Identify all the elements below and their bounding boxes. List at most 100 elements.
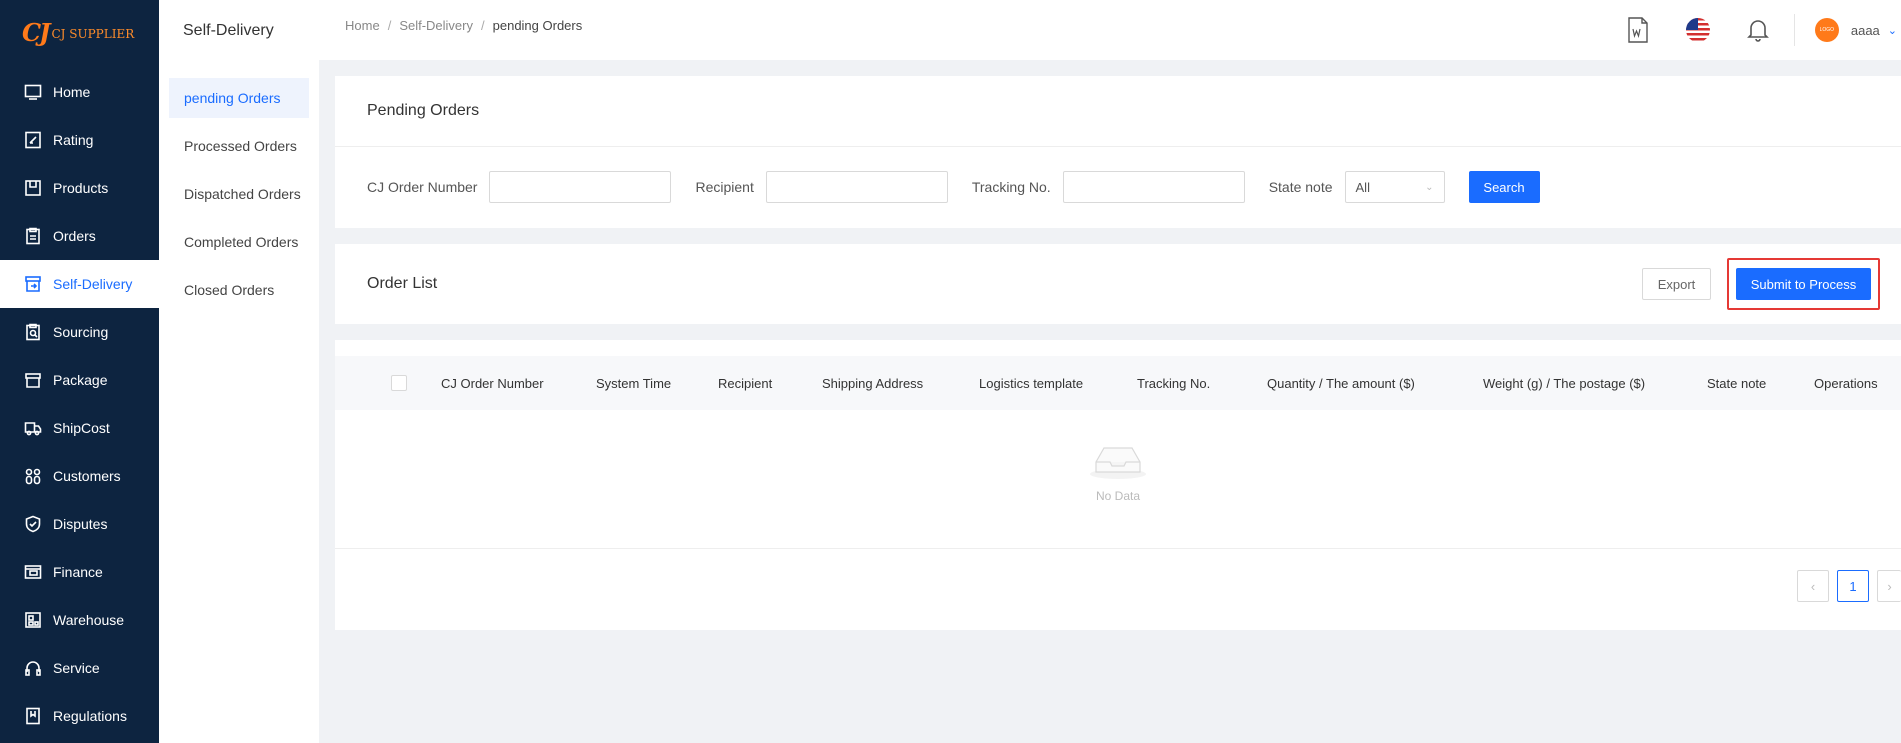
column-header: Shipping Address [822, 375, 924, 391]
nav-item-package[interactable]: Package [0, 356, 159, 404]
subnav-item-processed[interactable]: Processed Orders [169, 126, 309, 166]
card-divider [335, 146, 1901, 147]
nav-item-shipcost[interactable]: ShipCost [0, 404, 159, 452]
column-header: CJ Order Number [441, 375, 544, 391]
nav-label: Rating [53, 132, 94, 148]
subnav-item-completed[interactable]: Completed Orders [169, 222, 309, 262]
table-footer-divider [335, 548, 1901, 549]
subnav-title: Self-Delivery [183, 22, 274, 39]
search-button[interactable]: Search [1468, 171, 1540, 203]
nav-label: Warehouse [53, 612, 125, 628]
nav-item-customers[interactable]: Customers [0, 452, 159, 500]
filter-row: CJ Order Number Recipient Tracking No. S… [367, 171, 1540, 203]
nav-item-rating[interactable]: Rating [0, 116, 159, 164]
chevron-down-icon: ⌄ [1425, 181, 1434, 193]
nav-label: Service [53, 660, 100, 676]
column-header: State note [1707, 375, 1767, 391]
column-header: Weight (g) / The postage ($) [1483, 375, 1646, 391]
empty-text: No Data [1095, 489, 1141, 503]
us-flag-icon[interactable] [1684, 16, 1712, 44]
sourcing-icon [22, 321, 44, 343]
column-header: Tracking No. [1137, 375, 1211, 391]
monitor-icon [22, 81, 44, 103]
nav-label: Finance [53, 564, 103, 580]
sub-sidebar: Self-Delivery pending Orders Processed O… [159, 0, 319, 743]
nav-item-disputes[interactable]: Disputes [0, 500, 159, 548]
breadcrumb: Home / Self-Delivery / pending Orders [345, 18, 582, 33]
state-note-label: State note [1268, 179, 1333, 195]
order-number-input[interactable] [489, 171, 672, 203]
subnav-item-dispatched[interactable]: Dispatched Orders [169, 174, 309, 214]
empty-state: No Data [335, 438, 1901, 503]
orders-icon [22, 225, 44, 247]
empty-inbox-icon [1086, 447, 1150, 483]
headset-icon [22, 657, 44, 679]
nav-label: Home [53, 84, 91, 100]
regulations-icon [22, 705, 44, 727]
bell-icon[interactable] [1744, 16, 1772, 44]
header-actions: LOGO aaaa ⌄ [1624, 0, 1901, 60]
state-note-select[interactable]: All ⌄ [1344, 171, 1445, 203]
package-icon [22, 369, 44, 391]
column-header: Operations [1814, 375, 1878, 391]
nav-label: Orders [53, 228, 96, 244]
nav-item-service[interactable]: Service [0, 644, 159, 692]
export-button[interactable]: Export [1642, 268, 1711, 300]
top-header: Home / Self-Delivery / pending Orders LOGO a… [319, 0, 1901, 60]
truck-icon [22, 417, 44, 439]
main-sidebar: CJ CJ SUPPLIER Home Rating Products Orde… [0, 0, 159, 743]
prev-page-button[interactable]: ‹ [1797, 570, 1829, 602]
tracking-label: Tracking No. [971, 179, 1051, 195]
self-delivery-icon [22, 273, 44, 295]
order-number-label: CJ Order Number [367, 179, 478, 195]
username[interactable]: aaaa [1851, 23, 1880, 38]
recipient-label: Recipient [695, 179, 754, 195]
nav-item-warehouse[interactable]: Warehouse [0, 596, 159, 644]
subnav-item-pending[interactable]: pending Orders [169, 78, 309, 118]
word-doc-icon[interactable] [1624, 16, 1652, 44]
filter-card: Pending Orders CJ Order Number Recipient… [335, 76, 1901, 228]
nav-label: Disputes [53, 516, 108, 532]
chevron-down-icon[interactable]: ⌄ [1888, 24, 1897, 37]
header-divider [1793, 14, 1795, 46]
subnav-item-closed[interactable]: Closed Orders [169, 270, 309, 310]
nav-label: Self-Delivery [53, 276, 133, 292]
nav-item-orders[interactable]: Orders [0, 212, 159, 260]
recipient-input[interactable] [765, 171, 948, 203]
order-list-title: Order List [367, 275, 438, 292]
table-header: CJ Order Number System Time Recipient Sh… [335, 356, 1901, 410]
logo-text: CJ SUPPLIER [51, 27, 135, 41]
column-header: System Time [596, 375, 672, 391]
cj-logo[interactable]: CJ CJ SUPPLIER [0, 0, 159, 64]
highlight-box [1727, 258, 1880, 310]
page-number[interactable]: 1 [1837, 570, 1869, 602]
breadcrumb-home[interactable]: Home [345, 18, 380, 33]
column-header: Recipient [718, 375, 773, 391]
logo-mark: CJ [22, 17, 51, 47]
nav-label: ShipCost [53, 420, 110, 436]
nav-label: Package [53, 372, 108, 388]
nav-item-finance[interactable]: Finance [0, 548, 159, 596]
column-header: Quantity / The amount ($) [1267, 375, 1415, 391]
products-icon [22, 177, 44, 199]
breadcrumb-separator: / [481, 18, 485, 33]
nav-item-self-delivery[interactable]: Self-Delivery [0, 260, 159, 308]
avatar[interactable]: LOGO [1814, 18, 1839, 42]
shield-icon [22, 513, 44, 535]
nav-item-home[interactable]: Home [0, 68, 159, 116]
column-header: Logistics template [979, 375, 1084, 391]
select-all-checkbox[interactable] [391, 375, 407, 391]
nav-label: Regulations [53, 708, 127, 724]
nav-label: Products [53, 180, 109, 196]
table-card: CJ Order Number System Time Recipient Sh… [335, 340, 1901, 630]
rating-icon [22, 129, 44, 151]
breadcrumb-self-delivery[interactable]: Self-Delivery [399, 18, 473, 33]
nav-item-sourcing[interactable]: Sourcing [0, 308, 159, 356]
nav-item-regulations[interactable]: Regulations [0, 692, 159, 740]
breadcrumb-current: pending Orders [492, 18, 583, 33]
tracking-input[interactable] [1062, 171, 1245, 203]
next-page-button[interactable]: › [1877, 570, 1901, 602]
order-list-card: Order List Export Submit to Process [335, 244, 1901, 324]
nav-label: Customers [53, 468, 121, 484]
nav-item-products[interactable]: Products [0, 164, 159, 212]
